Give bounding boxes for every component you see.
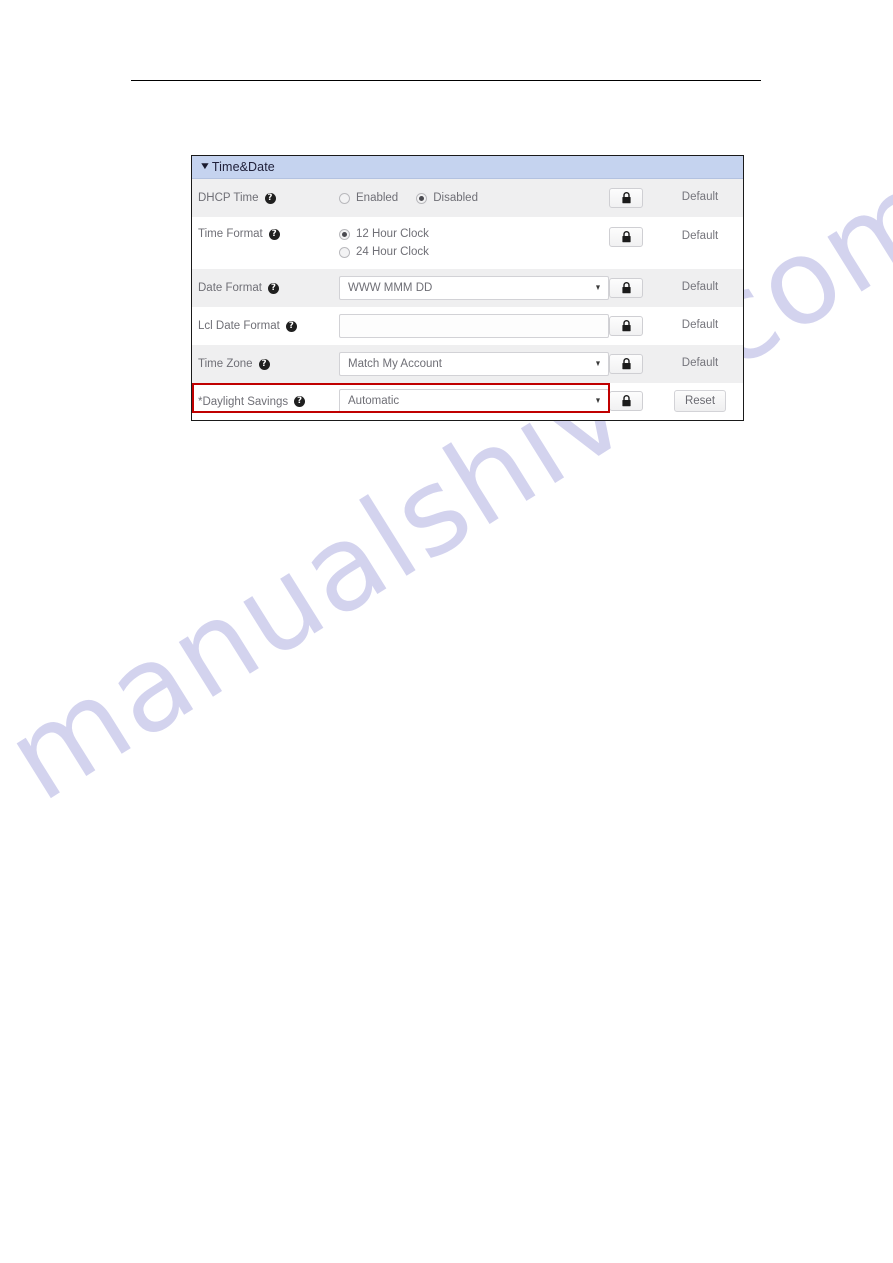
row-action-date-format[interactable]: Default (657, 269, 743, 293)
row-control-lcl-date-format (335, 307, 609, 338)
help-icon[interactable]: ? (294, 396, 306, 407)
chevron-down-icon[interactable]: ▼ (595, 397, 602, 405)
radio-indicator[interactable] (339, 192, 350, 204)
radio-indicator[interactable] (339, 246, 350, 258)
radio-label: Disabled (433, 192, 478, 204)
row-action-daylight-savings[interactable]: Reset (657, 383, 743, 412)
row-control-date-format: WWW MMM DD ▼ (335, 269, 609, 300)
table-row-daylight-savings: *Daylight Savings ? Automatic ▼ Reset (192, 383, 743, 420)
default-link[interactable]: Default (682, 319, 718, 331)
label-text: Time Zone (198, 358, 253, 370)
lock-icon (621, 358, 631, 370)
chevron-down-icon[interactable]: ▼ (595, 284, 602, 292)
row-lock-dhcp-time (595, 179, 657, 208)
row-label-time-format: Time Format ? (192, 217, 335, 251)
panel-header[interactable]: ▼ Time&Date (192, 156, 743, 179)
lock-button[interactable] (609, 316, 643, 336)
daylight-savings-select[interactable]: Automatic ▼ (339, 389, 609, 413)
help-icon[interactable]: ? (258, 358, 270, 370)
radio-label: Enabled (356, 192, 399, 204)
page-watermark: manualshive.com (0, 142, 893, 1020)
radio-option-12-hour-clock[interactable]: 12 Hour Clock (339, 228, 595, 240)
table-row-time-zone: Time Zone ? Match My Account ▼ Default (192, 345, 743, 383)
reset-button[interactable]: Reset (673, 390, 727, 412)
help-icon[interactable]: ? (267, 282, 279, 294)
lock-icon (621, 282, 631, 294)
help-icon[interactable]: ? (268, 228, 280, 240)
page-header-rule (131, 80, 761, 81)
row-label-time-zone: Time Zone ? (192, 345, 335, 383)
row-label-date-format: Date Format ? (192, 269, 335, 307)
lcl-date-format-input[interactable] (339, 314, 609, 338)
radio-label: 12 Hour Clock (356, 228, 429, 240)
row-control-time-zone: Match My Account ▼ (335, 345, 609, 376)
radio-indicator[interactable] (339, 228, 350, 240)
panel-title: Time&Date (211, 160, 275, 174)
lock-button[interactable] (609, 227, 643, 247)
table-row-date-format: Date Format ? WWW MMM DD ▼ Default (192, 269, 743, 307)
row-control-daylight-savings: Automatic ▼ (335, 383, 609, 413)
help-icon[interactable]: ? (285, 320, 297, 332)
table-row-lcl-date-format: Lcl Date Format ? Default (192, 307, 743, 345)
select-value: Match My Account (348, 358, 442, 370)
label-text: Date Format (198, 282, 262, 294)
radio-label: 24 Hour Clock (356, 246, 429, 258)
radio-group-dhcp-time: Enabled Disabled (339, 192, 595, 204)
default-link[interactable]: Default (682, 230, 718, 242)
chevron-down-icon[interactable]: ▼ (199, 162, 211, 172)
lock-icon (621, 231, 631, 243)
label-text: *Daylight Savings (198, 395, 289, 408)
help-icon[interactable]: ? (264, 192, 276, 204)
time-and-date-panel: ▼ Time&Date DHCP Time ? Enabled Disabled (191, 155, 744, 421)
row-action-lcl-date-format[interactable]: Default (657, 307, 743, 331)
radio-indicator[interactable] (416, 192, 428, 204)
default-link[interactable]: Default (682, 281, 718, 293)
select-value: Automatic (348, 395, 400, 407)
lock-button[interactable] (609, 354, 643, 374)
radio-option-disabled[interactable]: Disabled (416, 192, 478, 204)
time-zone-select[interactable]: Match My Account ▼ (339, 352, 609, 376)
lock-button[interactable] (609, 391, 643, 411)
row-control-time-format: 12 Hour Clock 24 Hour Clock (335, 217, 595, 258)
label-text: Lcl Date Format (198, 320, 280, 332)
table-row-dhcp-time: DHCP Time ? Enabled Disabled Default (192, 179, 743, 217)
lock-icon (621, 320, 631, 332)
select-value: WWW MMM DD (348, 282, 433, 294)
lock-button[interactable] (609, 188, 643, 208)
lock-icon (621, 192, 631, 204)
label-text: Time Format (198, 228, 263, 240)
row-action-time-zone[interactable]: Default (657, 345, 743, 369)
radio-option-enabled[interactable]: Enabled (339, 192, 398, 204)
label-text: DHCP Time (198, 192, 259, 204)
lock-icon (621, 395, 631, 407)
date-format-select[interactable]: WWW MMM DD ▼ (339, 276, 609, 300)
row-label-dhcp-time: DHCP Time ? (192, 179, 335, 217)
row-action-time-format[interactable]: Default (657, 217, 743, 242)
row-lock-time-format (595, 217, 657, 247)
row-label-daylight-savings: *Daylight Savings ? (192, 383, 335, 420)
chevron-down-icon[interactable]: ▼ (595, 360, 602, 368)
radio-group-time-format: 12 Hour Clock 24 Hour Clock (339, 228, 595, 258)
reset-button-label: Reset (684, 395, 716, 407)
row-control-dhcp-time: Enabled Disabled (335, 179, 595, 204)
lock-button[interactable] (609, 278, 643, 298)
default-link[interactable]: Default (682, 357, 718, 369)
default-link[interactable]: Default (682, 191, 718, 203)
row-label-lcl-date-format: Lcl Date Format ? (192, 307, 335, 345)
table-row-time-format: Time Format ? 12 Hour Clock 24 Hour Cloc… (192, 217, 743, 269)
row-action-dhcp-time[interactable]: Default (657, 179, 743, 203)
radio-option-24-hour-clock[interactable]: 24 Hour Clock (339, 246, 595, 258)
